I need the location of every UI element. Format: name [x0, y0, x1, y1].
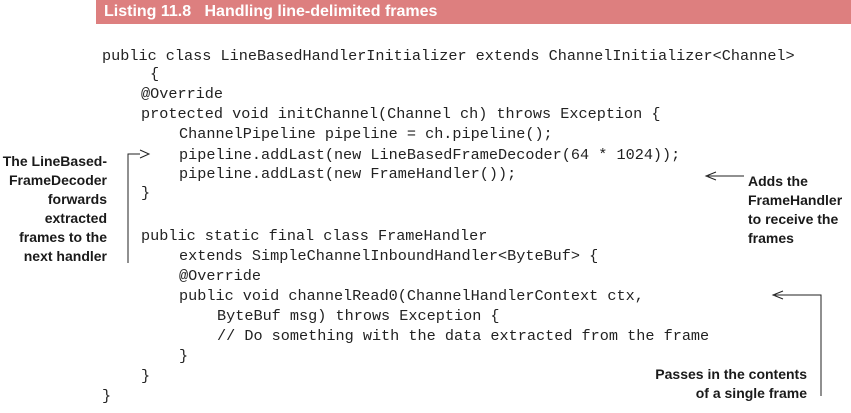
callout-arrow-right-top [704, 171, 744, 181]
callout-lines [127, 149, 822, 396]
callout-arrow-left [127, 149, 151, 263]
callout-arrow-right-bottom [771, 290, 822, 396]
